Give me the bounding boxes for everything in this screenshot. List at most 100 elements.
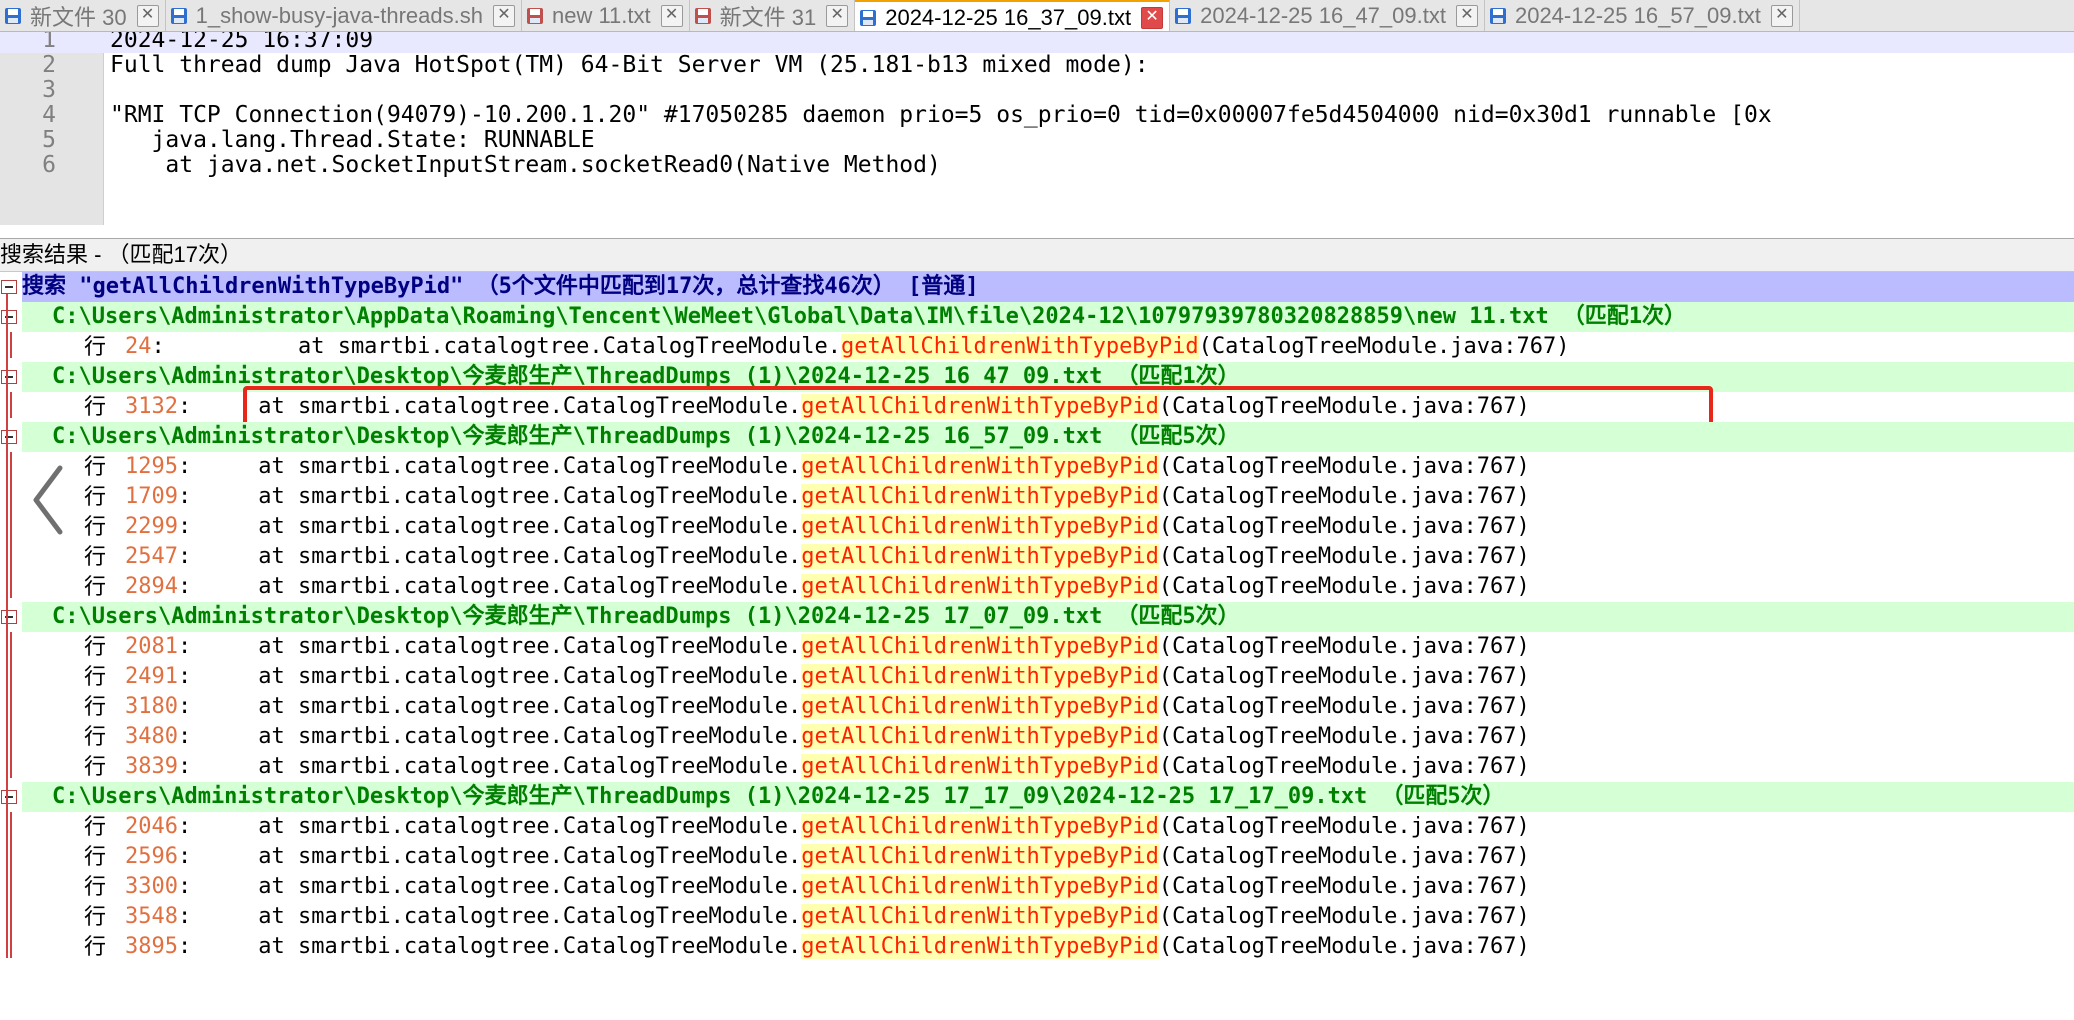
line-number-value: 3895 — [125, 934, 178, 959]
match-line-row[interactable]: 行 1709: at smartbi.catalogtree.CatalogTre… — [22, 482, 2074, 512]
match-line-row[interactable]: 行 2046: at smartbi.catalogtree.CatalogTre… — [22, 812, 2074, 842]
match-suffix: (CatalogTreeModule.java:767) — [1158, 454, 1530, 479]
tab-5[interactable]: 2024-12-25 16_37_09.txt ✕ — [855, 0, 1171, 31]
match-line-row[interactable]: 行 3300: at smartbi.catalogtree.CatalogTre… — [22, 872, 2074, 902]
match-suffix: (CatalogTreeModule.java:767) — [1158, 724, 1530, 749]
tab-6[interactable]: 2024-12-25 16_47_09.txt ✕ — [1170, 0, 1485, 31]
match-term: getAllChildrenWithTypeByPid — [801, 454, 1159, 479]
fold-toggle-icon[interactable] — [1, 370, 17, 384]
match-line-row[interactable]: 行 2547: at smartbi.catalogtree.CatalogTre… — [22, 542, 2074, 572]
match-count: （匹配5次） — [1381, 784, 1505, 809]
line-number: 6 — [42, 152, 56, 178]
match-line-number: 2299: — [125, 512, 191, 542]
close-icon[interactable]: ✕ — [136, 4, 159, 27]
fold-toggle-icon[interactable] — [1, 790, 17, 804]
match-suffix: (CatalogTreeModule.java:767) — [1158, 874, 1530, 899]
match-line-row[interactable]: 行 2299: at smartbi.catalogtree.CatalogTre… — [22, 512, 2074, 542]
code-line[interactable]: 6 at java.net.SocketInputStream.socketRe… — [0, 153, 2074, 178]
search-summary-row[interactable]: 搜索 "getAllChildrenWithTypeByPid" （5个文件中匹… — [22, 272, 2074, 302]
code-line[interactable]: 4 "RMI TCP Connection(94079)-10.200.1.20"… — [0, 103, 2074, 128]
match-line-row[interactable]: 行 2081: at smartbi.catalogtree.CatalogTre… — [22, 632, 2074, 662]
match-suffix: (CatalogTreeModule.java:767) — [1198, 334, 1570, 359]
match-line-row[interactable]: 行 3839: at smartbi.catalogtree.CatalogTre… — [22, 752, 2074, 782]
line-label: 行 — [84, 394, 107, 419]
match-text: at smartbi.catalogtree.CatalogTreeModule… — [192, 662, 1530, 692]
match-prefix: at smartbi.catalogtree.CatalogTreeModule… — [192, 724, 802, 749]
match-line-row[interactable]: 行 3132: at smartbi.catalogtree.CatalogTre… — [22, 392, 2074, 422]
line-colon: : — [177, 544, 192, 569]
line-label: 行 — [84, 754, 107, 779]
match-line-row[interactable]: 行 3180: at smartbi.catalogtree.CatalogTre… — [22, 692, 2074, 722]
match-text: at smartbi.catalogtree.CatalogTreeModule… — [192, 332, 1570, 362]
tab-4[interactable]: 新文件 31 ✕ — [690, 0, 856, 31]
close-icon[interactable]: ✕ — [826, 4, 849, 27]
line-label: 行 — [84, 664, 107, 689]
file-result-row[interactable]: C:\Users\Administrator\Desktop\今麦郎生产\Thr… — [22, 362, 2074, 392]
fold-toggle-icon[interactable] — [1, 280, 17, 294]
match-term: getAllChildrenWithTypeByPid — [801, 514, 1159, 539]
match-prefix: at smartbi.catalogtree.CatalogTreeModule… — [192, 934, 802, 959]
line-colon: : — [177, 724, 192, 749]
tab-label: 2024-12-25 16_47_09.txt — [1200, 2, 1446, 28]
file-result-row[interactable]: C:\Users\Administrator\AppData\Roaming\T… — [22, 302, 2074, 332]
code-line[interactable]: 3 — [0, 78, 2074, 103]
line-number-value: 2894 — [125, 574, 178, 599]
match-term: getAllChildrenWithTypeByPid — [801, 664, 1159, 689]
tab-label: new 11.txt — [551, 2, 651, 28]
close-icon[interactable]: ✕ — [492, 4, 515, 27]
file-path: C:\Users\Administrator\Desktop\今麦郎生产\Thr… — [52, 364, 1103, 389]
match-line-row[interactable]: 行 3480: at smartbi.catalogtree.CatalogTre… — [22, 722, 2074, 752]
file-saved-icon — [857, 7, 879, 29]
match-line-row[interactable]: 行 2491: at smartbi.catalogtree.CatalogTre… — [22, 662, 2074, 692]
line-colon: : — [151, 334, 165, 359]
tab-3[interactable]: new 11.txt ✕ — [522, 0, 690, 31]
file-saved-icon — [2, 5, 24, 27]
match-suffix: (CatalogTreeModule.java:767) — [1158, 694, 1530, 719]
line-label: 行 — [84, 724, 107, 749]
editor-pane[interactable]: 1 2024-12-25 16:37:09 2 Full thread dump Ja… — [0, 32, 2074, 225]
match-line-row[interactable]: 行 2596: at smartbi.catalogtree.CatalogTre… — [22, 842, 2074, 872]
fold-toggle-icon[interactable] — [1, 310, 17, 324]
close-icon[interactable]: ✕ — [660, 4, 683, 27]
line-number-value: 2596 — [125, 844, 178, 869]
tab-2[interactable]: 1_show-busy-java-threads.sh ✕ — [166, 0, 522, 31]
tab-7[interactable]: 2024-12-25 16_57_09.txt ✕ — [1485, 0, 1800, 31]
match-prefix: at smartbi.catalogtree.CatalogTreeModule… — [192, 544, 802, 569]
code-line[interactable]: 5 java.lang.Thread.State: RUNNABLE — [0, 128, 2074, 153]
fold-margin — [0, 272, 22, 1020]
line-label: 行 — [84, 334, 107, 359]
file-result-row[interactable]: C:\Users\Administrator\Desktop\今麦郎生产\Thr… — [22, 422, 2074, 452]
line-colon: : — [177, 574, 192, 599]
fold-guide-line — [10, 452, 12, 598]
match-term: getAllChildrenWithTypeByPid — [801, 844, 1159, 869]
fold-toggle-icon[interactable] — [1, 430, 17, 444]
tab-1[interactable]: 新文件 30 ✕ — [0, 0, 166, 31]
match-line-row[interactable]: 行 24: at smartbi.catalogtree.CatalogTreeM… — [22, 332, 2074, 362]
match-line-row[interactable]: 行 1295: at smartbi.catalogtree.CatalogTre… — [22, 452, 2074, 482]
match-line-row[interactable]: 行 2894: at smartbi.catalogtree.CatalogTre… — [22, 572, 2074, 602]
fold-toggle-icon[interactable] — [1, 610, 17, 624]
match-text: at smartbi.catalogtree.CatalogTreeModule… — [192, 512, 1530, 542]
code-line[interactable]: 1 2024-12-25 16:37:09 — [0, 32, 2074, 53]
close-icon[interactable]: ✕ — [1141, 6, 1164, 29]
match-suffix: (CatalogTreeModule.java:767) — [1158, 934, 1530, 959]
match-line-row[interactable]: 行 3548: at smartbi.catalogtree.CatalogTre… — [22, 902, 2074, 932]
search-results-title: 搜索结果 - （匹配17次） — [0, 238, 2074, 272]
file-saved-icon — [168, 5, 190, 27]
close-icon[interactable]: ✕ — [1455, 4, 1478, 27]
match-term: getAllChildrenWithTypeByPid — [801, 874, 1159, 899]
match-line-number: 3300: — [125, 872, 191, 902]
match-suffix: (CatalogTreeModule.java:767) — [1158, 514, 1530, 539]
file-result-row[interactable]: C:\Users\Administrator\Desktop\今麦郎生产\Thr… — [22, 782, 2074, 812]
match-line-number: 3480: — [125, 722, 191, 752]
file-result-row[interactable]: C:\Users\Administrator\Desktop\今麦郎生产\Thr… — [22, 602, 2074, 632]
close-icon[interactable]: ✕ — [1770, 4, 1793, 27]
match-suffix: (CatalogTreeModule.java:767) — [1158, 904, 1530, 929]
match-line-number: 1295: — [125, 452, 191, 482]
search-results-panel[interactable]: 搜索 "getAllChildrenWithTypeByPid" （5个文件中匹… — [0, 272, 2074, 1020]
match-text: at smartbi.catalogtree.CatalogTreeModule… — [192, 632, 1530, 662]
code-line[interactable]: 2 Full thread dump Java HotSpot(TM) 64-Bi… — [0, 53, 2074, 78]
match-line-row[interactable]: 行 3895: at smartbi.catalogtree.CatalogTre… — [22, 932, 2074, 962]
line-label: 行 — [84, 844, 107, 869]
back-arrow-icon[interactable] — [28, 460, 68, 540]
